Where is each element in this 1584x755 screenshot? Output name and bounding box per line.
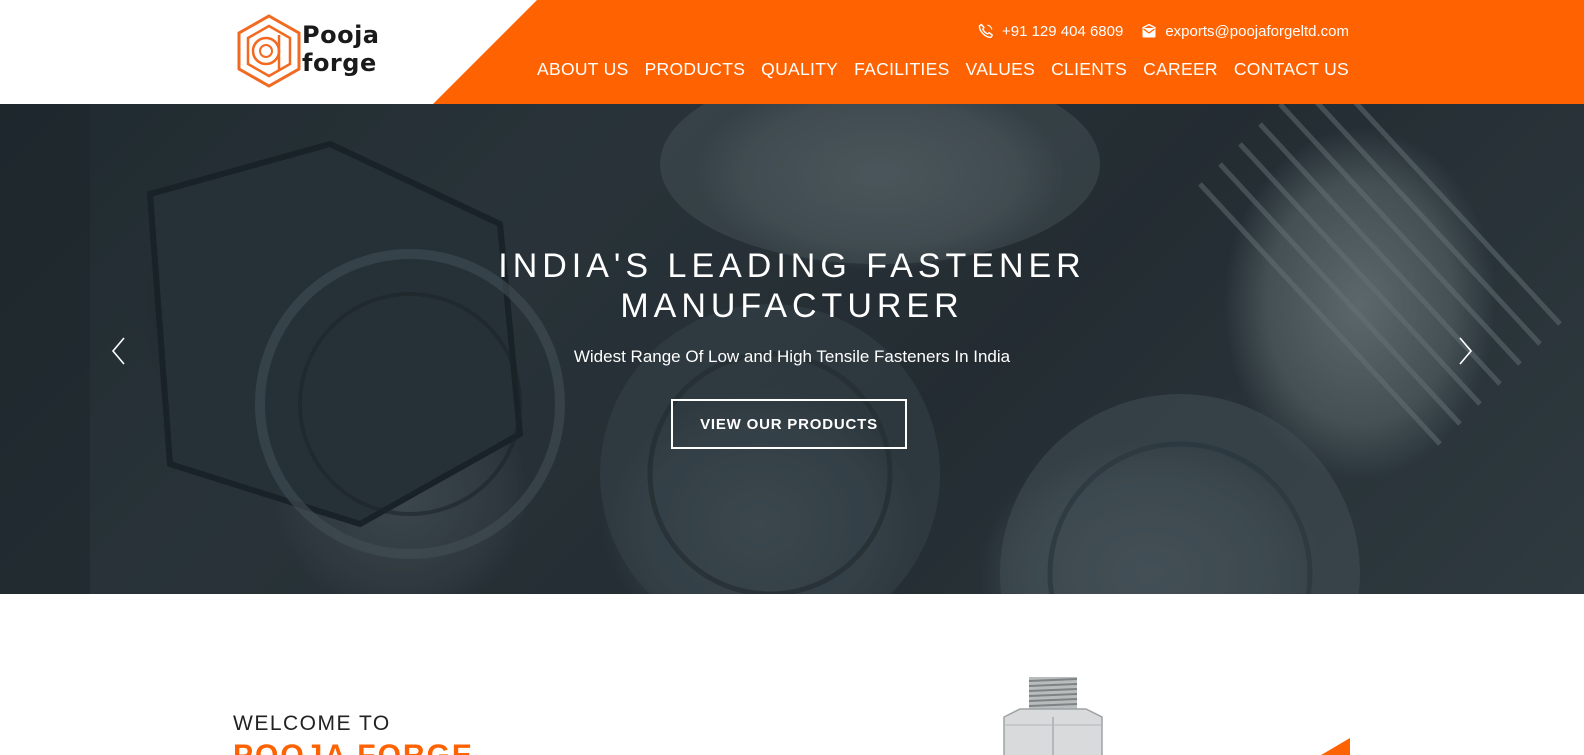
chevron-left-icon[interactable] bbox=[109, 334, 129, 368]
welcome-brand-title: POOJA FORGE bbox=[233, 738, 474, 755]
bolt-product-image bbox=[1003, 677, 1103, 755]
email-link[interactable]: exports@poojaforgeltd.com bbox=[1141, 23, 1349, 40]
view-products-button[interactable]: VIEW OUR PRODUCTS bbox=[671, 399, 907, 449]
nav-values[interactable]: VALUES bbox=[966, 57, 1036, 81]
nav-facilities[interactable]: FACILITIES bbox=[854, 57, 949, 81]
nav-about-us[interactable]: ABOUT US bbox=[537, 57, 629, 81]
logo-line-1: Pooja bbox=[302, 21, 380, 49]
email-address: exports@poojaforgeltd.com bbox=[1165, 22, 1349, 40]
logo-wordmark: Pooja forge bbox=[302, 21, 386, 77]
hero-title: INDIA'S LEADING FASTENER MANUFACTURER bbox=[498, 247, 1086, 325]
nav-products[interactable]: PRODUCTS bbox=[645, 57, 746, 81]
welcome-section: WELCOME TO POOJA FORGE bbox=[0, 594, 1584, 755]
logo-hex-icon bbox=[237, 14, 301, 88]
nav-clients[interactable]: CLIENTS bbox=[1051, 57, 1127, 81]
hero-slider: INDIA'S LEADING FASTENER MANUFACTURER Wi… bbox=[0, 104, 1584, 594]
nav-quality[interactable]: QUALITY bbox=[761, 57, 838, 81]
main-nav: ABOUT US PRODUCTS QUALITY FACILITIES VAL… bbox=[537, 57, 1349, 81]
site-logo[interactable]: Pooja forge bbox=[233, 13, 383, 89]
hero-subtitle: Widest Range Of Low and High Tensile Fas… bbox=[573, 347, 1011, 366]
phone-link[interactable]: +91 129 404 6809 bbox=[978, 23, 1123, 40]
nav-career[interactable]: CAREER bbox=[1143, 57, 1218, 81]
site-header: Pooja forge +91 129 404 6809 exports@poo… bbox=[0, 0, 1584, 104]
phone-icon bbox=[978, 23, 993, 39]
logo-line-2: forge bbox=[302, 49, 377, 77]
email-icon bbox=[1142, 23, 1157, 38]
chevron-right-icon[interactable] bbox=[1455, 334, 1475, 368]
contact-bar: +91 129 404 6809 exports@poojaforgeltd.c… bbox=[978, 20, 1349, 42]
phone-number: +91 129 404 6809 bbox=[1001, 22, 1124, 40]
nav-contact-us[interactable]: CONTACT US bbox=[1234, 57, 1349, 81]
orange-corner-accent bbox=[1321, 738, 1350, 755]
welcome-pre-title: WELCOME TO bbox=[233, 712, 391, 735]
